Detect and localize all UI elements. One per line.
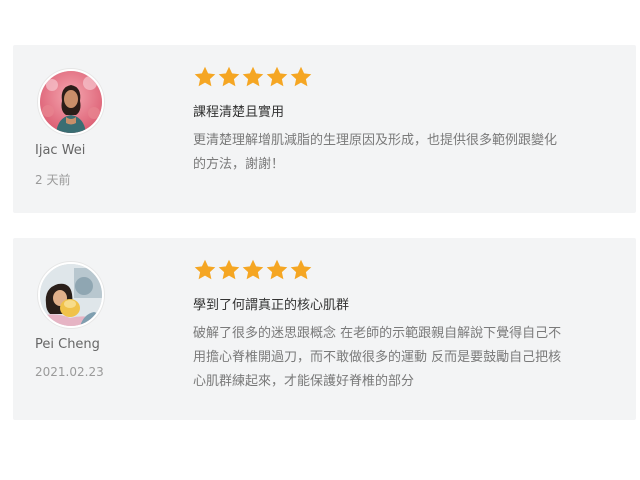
reviews-page: Ijac Wei 2 天前 課程清楚且實用 更清楚理解增肌減脂的生理原因及形成，…: [0, 0, 640, 480]
star-icon: [193, 65, 217, 89]
star-icon: [217, 65, 241, 89]
review-body-line: 破解了很多的迷思跟概念 在老師的示範跟親自解說下覺得自己不: [193, 326, 562, 341]
reviewer-avatar: [38, 69, 104, 135]
star-icon: [241, 258, 265, 282]
review-body-line: 用擔心脊椎開過刀，而不敢做很多的運動 反而是要鼓勵自己把核: [193, 350, 562, 365]
review-body-line: 心肌群練起來，才能保護好脊椎的部分: [193, 374, 415, 389]
reviewer-name: Ijac Wei: [35, 143, 86, 158]
star-rating: [193, 258, 313, 282]
review-card: Pei Cheng 2021.02.23 學到了何謂真正的核心肌群 破解了很多的…: [13, 238, 636, 420]
review-body: 破解了很多的迷思跟概念 在老師的示範跟親自解說下覺得自己不 用擔心脊椎開過刀，而…: [193, 322, 618, 394]
user-photo-icon: [40, 264, 102, 326]
review-title: 課程清楚且實用: [193, 105, 285, 120]
star-icon: [289, 65, 313, 89]
user-photo-icon: [40, 71, 102, 133]
reviewer-avatar: [38, 262, 104, 328]
reviewer-name: Pei Cheng: [35, 337, 100, 352]
star-icon: [217, 258, 241, 282]
review-date: 2 天前: [35, 173, 71, 187]
star-icon: [265, 258, 289, 282]
star-icon: [193, 258, 217, 282]
review-title: 學到了何謂真正的核心肌群: [193, 298, 350, 313]
review-card: Ijac Wei 2 天前 課程清楚且實用 更清楚理解增肌減脂的生理原因及形成，…: [13, 45, 636, 213]
star-icon: [289, 258, 313, 282]
review-body: 更清楚理解增肌減脂的生理原因及形成，也提供很多範例跟變化 的方法，謝謝！: [193, 129, 618, 177]
review-body-line: 的方法，謝謝！: [193, 157, 285, 172]
review-body-line: 更清楚理解增肌減脂的生理原因及形成，也提供很多範例跟變化: [193, 133, 558, 148]
star-rating: [193, 65, 313, 89]
review-date: 2021.02.23: [35, 365, 104, 379]
star-icon: [265, 65, 289, 89]
star-icon: [241, 65, 265, 89]
